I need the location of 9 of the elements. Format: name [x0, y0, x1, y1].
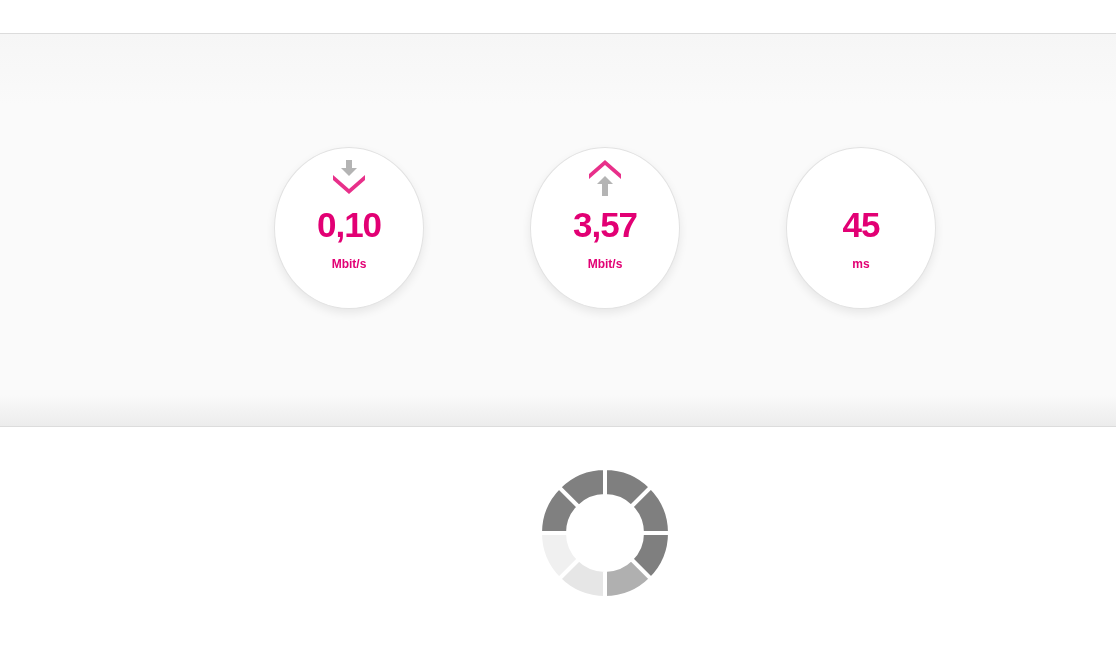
result-unit: Mbit/s	[587, 257, 623, 271]
result-unit: Mbit/s	[331, 257, 367, 271]
loading-spinner-icon	[540, 468, 670, 598]
result-value: 0,10	[316, 205, 382, 245]
result-value: 45	[842, 205, 880, 245]
result-unit: ms	[852, 257, 870, 271]
upload-arrow-icon	[588, 160, 622, 196]
download-arrow-icon	[332, 160, 366, 196]
result-value: 3,57	[572, 205, 638, 245]
